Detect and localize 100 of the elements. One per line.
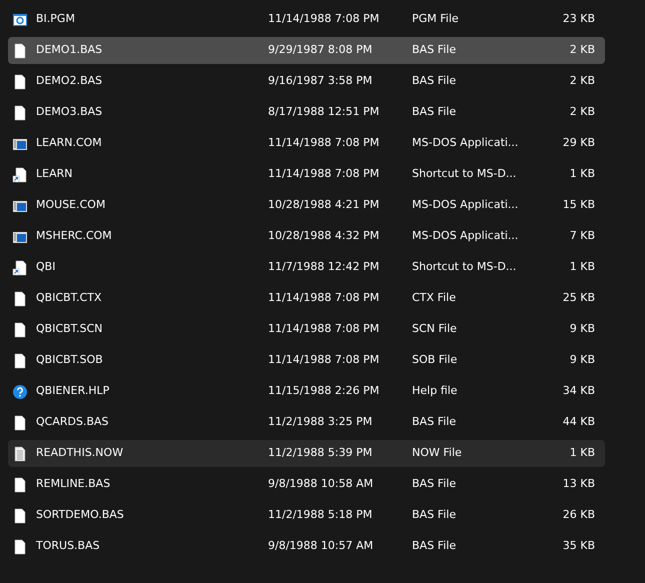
file-name: BI.PGM — [36, 11, 76, 28]
file-type: BAS File — [412, 507, 457, 524]
file-row[interactable]: QBI 11/7/1988 12:42 PM Shortcut to MS-D... 1 KB — [8, 254, 605, 281]
date-modified: 11/2/1988 5:18 PM — [268, 507, 374, 524]
file-type: BAS File — [412, 414, 457, 430]
file-name: TORUS.BAS — [36, 538, 101, 554]
help-icon — [12, 384, 28, 400]
file-size: 23 KB — [562, 11, 595, 28]
date-modified: 11/2/1988 3:25 PM — [268, 414, 374, 430]
file-size: 34 KB — [562, 383, 595, 400]
date-modified: 11/14/1988 7:08 PM — [268, 352, 380, 368]
file-name: QCARDS.BAS — [36, 414, 110, 430]
date-modified: 9/8/1988 10:58 AM — [268, 476, 374, 492]
file-name: DEMO2.BAS — [36, 73, 104, 90]
file-size: 2 KB — [568, 73, 595, 90]
file-type: MS-DOS Applicati... — [412, 135, 520, 152]
file-name: QBICBT.SOB — [36, 352, 104, 368]
file-size: 9 KB — [568, 352, 595, 368]
file-row[interactable]: DEMO3.BAS 8/17/1988 12:51 PM BAS File 2 KB — [8, 99, 605, 126]
file-row[interactable]: LEARN.COM 11/14/1988 7:08 PM MS-DOS Applicati... 29 KB — [8, 130, 605, 157]
shortcut-icon — [12, 260, 28, 276]
file-type: NOW File — [412, 445, 463, 462]
file-type: BAS File — [412, 42, 457, 58]
file-name: LEARN.COM — [36, 135, 103, 152]
file-row[interactable]: QCARDS.BAS 11/2/1988 3:25 PM BAS File 44 KB — [8, 409, 605, 436]
file-row[interactable]: TORUS.BAS 9/8/1988 10:57 AM BAS File 35 KB — [8, 533, 605, 560]
file-row[interactable]: BI.PGM 11/14/1988 7:08 PM PGM File 23 KB — [8, 6, 605, 33]
file-row[interactable]: MSHERC.COM 10/28/1988 4:32 PM MS-DOS Applicati... 7 KB — [8, 223, 605, 250]
text-document-icon — [12, 446, 28, 462]
document-icon — [12, 538, 28, 554]
file-size: 44 KB — [562, 414, 595, 430]
date-modified: 11/14/1988 7:08 PM — [268, 135, 380, 152]
file-type: SOB File — [412, 352, 458, 368]
document-icon — [12, 322, 28, 338]
file-size: 2 KB — [568, 104, 595, 120]
file-name: QBICBT.CTX — [36, 290, 103, 306]
file-name: QBICBT.SCN — [36, 321, 104, 338]
file-size: 9 KB — [568, 321, 595, 338]
date-modified: 11/14/1988 7:08 PM — [268, 290, 380, 306]
file-row[interactable]: QBICBT.SOB 11/14/1988 7:08 PM SOB File 9 KB — [8, 347, 605, 374]
file-size: 7 KB — [568, 228, 595, 244]
document-icon — [12, 42, 28, 58]
document-icon — [12, 74, 28, 90]
file-row[interactable]: DEMO2.BAS 9/16/1987 3:58 PM BAS File 2 KB — [8, 68, 605, 95]
file-type: Help file — [412, 383, 458, 400]
file-type: Shortcut to MS-D... — [412, 259, 518, 276]
file-type: SCN File — [412, 321, 458, 338]
file-size: 26 KB — [562, 507, 595, 524]
date-modified: 8/17/1988 12:51 PM — [268, 104, 380, 120]
file-type: CTX File — [412, 290, 457, 306]
date-modified: 11/15/1988 2:26 PM — [268, 383, 380, 400]
file-row[interactable]: QBICBT.SCN 11/14/1988 7:08 PM SCN File 9 KB — [8, 316, 605, 343]
file-type: Shortcut to MS-D... — [412, 166, 518, 182]
file-size: 29 KB — [562, 135, 595, 152]
date-modified: 11/14/1988 7:08 PM — [268, 166, 380, 182]
file-type: PGM File — [412, 11, 460, 28]
file-row[interactable]: DEMO1.BAS 9/29/1987 8:08 PM BAS File 2 KB — [8, 37, 605, 64]
file-size: 1 KB — [568, 166, 595, 182]
file-name: LEARN — [36, 166, 74, 182]
date-modified: 11/7/1988 12:42 PM — [268, 259, 380, 276]
file-name: QBIENER.HLP — [36, 383, 110, 400]
file-name: DEMO3.BAS — [36, 104, 104, 120]
file-type: MS-DOS Applicati... — [412, 197, 520, 214]
document-icon — [12, 352, 28, 368]
file-row[interactable]: LEARN 11/14/1988 7:08 PM Shortcut to MS-D... 1 KB — [8, 161, 605, 188]
file-row[interactable]: QBICBT.CTX 11/14/1988 7:08 PM CTX File 25 KB — [8, 285, 605, 312]
file-name: MSHERC.COM — [36, 228, 113, 244]
file-row[interactable]: QBIENER.HLP 11/15/1988 2:26 PM Help file 34 KB — [8, 378, 605, 405]
date-modified: 10/28/1988 4:21 PM — [268, 197, 380, 214]
document-icon — [12, 290, 28, 306]
file-row[interactable]: READTHIS.NOW 11/2/1988 5:39 PM NOW File 1 KB — [8, 440, 605, 467]
file-name: REMLINE.BAS — [36, 476, 112, 492]
file-type: BAS File — [412, 73, 457, 90]
date-modified: 10/28/1988 4:32 PM — [268, 228, 380, 244]
file-name: MOUSE.COM — [36, 197, 106, 214]
file-row[interactable]: REMLINE.BAS 9/8/1988 10:58 AM BAS File 13 KB — [8, 471, 605, 498]
date-modified: 9/29/1987 8:08 PM — [268, 42, 374, 58]
document-icon — [12, 104, 28, 120]
date-modified: 11/2/1988 5:39 PM — [268, 445, 374, 462]
file-row[interactable]: SORTDEMO.BAS 11/2/1988 5:18 PM BAS File 26 KB — [8, 502, 605, 529]
file-size: 13 KB — [562, 476, 595, 492]
file-size: 2 KB — [568, 42, 595, 58]
file-name: QBI — [36, 259, 56, 276]
shortcut-icon — [12, 166, 28, 182]
date-modified: 11/14/1988 7:08 PM — [268, 11, 380, 28]
document-icon — [12, 476, 28, 492]
document-icon — [12, 414, 28, 430]
date-modified: 9/8/1988 10:57 AM — [268, 538, 374, 554]
file-type: BAS File — [412, 104, 457, 120]
file-size: 25 KB — [562, 290, 595, 306]
file-type: BAS File — [412, 538, 457, 554]
file-row[interactable]: MOUSE.COM 10/28/1988 4:21 PM MS-DOS Applicati... 15 KB — [8, 192, 605, 219]
file-type: BAS File — [412, 476, 457, 492]
file-name: SORTDEMO.BAS — [36, 507, 125, 524]
document-icon — [12, 508, 28, 524]
file-size: 1 KB — [568, 445, 595, 462]
file-size: 1 KB — [568, 259, 595, 276]
file-name: READTHIS.NOW — [36, 445, 124, 462]
file-type: MS-DOS Applicati... — [412, 228, 520, 244]
date-modified: 11/14/1988 7:08 PM — [268, 321, 380, 338]
